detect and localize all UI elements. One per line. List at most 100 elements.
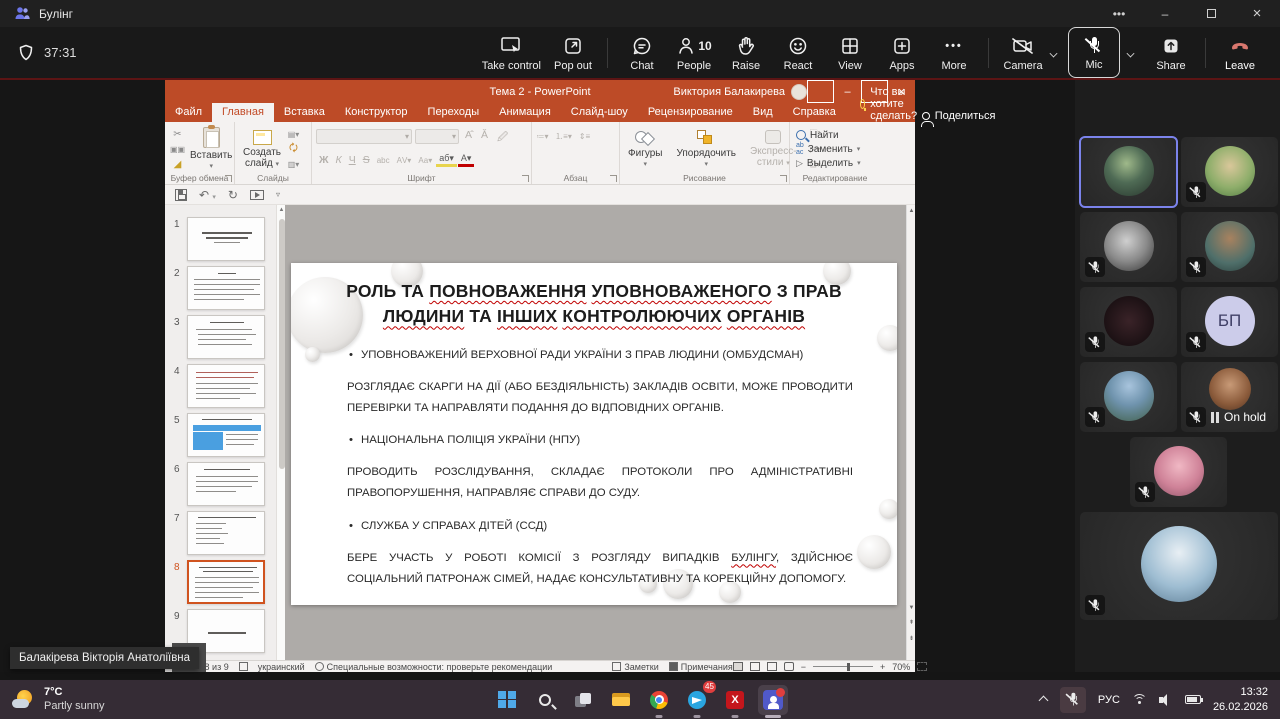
react-button[interactable]: React: [772, 27, 824, 78]
slide-thumb-2[interactable]: 2: [165, 266, 277, 312]
redo-icon[interactable]: ↻: [228, 188, 238, 202]
paste-button[interactable]: Вставить ▾: [186, 126, 236, 172]
format-painter-icon[interactable]: ◢: [171, 158, 184, 170]
camera-options-chevron-icon[interactable]: [1049, 48, 1058, 57]
window-maximize-icon[interactable]: [1188, 0, 1234, 27]
thumb-scroll-up-icon[interactable]: ▲: [278, 207, 285, 213]
view-button[interactable]: View: [824, 27, 876, 78]
tab-view[interactable]: Вид: [743, 103, 783, 122]
participant-tile[interactable]: [1080, 287, 1177, 357]
undo-icon[interactable]: ↶ ▾: [199, 188, 216, 202]
hidden-icons-chevron-icon[interactable]: [1039, 695, 1048, 704]
tab-design[interactable]: Конструктор: [335, 103, 418, 122]
start-slideshow-icon[interactable]: [250, 190, 264, 200]
tab-animations[interactable]: Анимация: [489, 103, 561, 122]
scroll-up-icon[interactable]: ▲: [907, 208, 915, 214]
notes-button[interactable]: Заметки: [612, 662, 658, 672]
task-view-button[interactable]: [568, 685, 598, 715]
more-button[interactable]: ••• More: [928, 27, 980, 78]
thumbnail-scrollbar[interactable]: ▲: [276, 205, 285, 660]
volume-icon[interactable]: [1159, 694, 1173, 706]
participant-tile[interactable]: [1080, 362, 1177, 432]
qat-customize-chevron-icon[interactable]: ▿: [276, 190, 280, 199]
weather-widget[interactable]: 7°C Partly sunny: [0, 686, 200, 714]
zoom-in-icon[interactable]: +: [880, 662, 885, 672]
clear-format-icon[interactable]: 🖉: [494, 129, 511, 147]
accessibility-status[interactable]: Специальные возможности: проверьте реком…: [315, 662, 553, 672]
mic-options-chevron-icon[interactable]: [1126, 48, 1135, 57]
participant-tile[interactable]: [1181, 212, 1278, 282]
numbering-icon[interactable]: ⒈≡▾: [557, 130, 570, 142]
next-slide-icon[interactable]: ⇟: [907, 635, 915, 642]
strikethrough-button[interactable]: S: [360, 154, 373, 166]
slide-thumb-5[interactable]: 5: [165, 413, 277, 459]
clock[interactable]: 13:32 26.02.2026: [1213, 685, 1268, 714]
italic-button[interactable]: К: [333, 154, 345, 166]
raise-hand-button[interactable]: Raise: [720, 27, 772, 78]
account-avatar[interactable]: [791, 84, 807, 100]
fit-to-window-icon[interactable]: [917, 662, 927, 671]
teams-taskbar-button[interactable]: [758, 685, 788, 715]
select-button[interactable]: ▷ Выделить ▾: [794, 156, 876, 170]
spellcheck-icon[interactable]: [239, 662, 248, 671]
shrink-font-icon[interactable]: А̌: [478, 129, 491, 147]
shadow-button[interactable]: abc: [374, 156, 393, 165]
ppt-share-button[interactable]: Поделиться: [922, 110, 1006, 122]
chat-button[interactable]: Chat: [616, 27, 668, 78]
zoom-level[interactable]: 70%: [892, 662, 910, 672]
tray-mic-muted[interactable]: [1060, 687, 1086, 713]
bold-button[interactable]: Ж: [316, 154, 332, 166]
paragraph-dialog-launcher[interactable]: [610, 175, 617, 182]
tab-home[interactable]: Главная: [212, 103, 274, 122]
slide-thumb-1[interactable]: 1: [165, 217, 277, 263]
participant-tile[interactable]: [1181, 137, 1278, 207]
line-spacing-icon[interactable]: ⇕≡: [578, 130, 591, 142]
align-center-icon[interactable]: [544, 148, 546, 159]
pdf-app-button[interactable]: X: [720, 685, 750, 715]
tab-file[interactable]: Файл: [165, 103, 212, 122]
font-size-select[interactable]: ▾: [415, 129, 459, 144]
participant-tile-on-hold[interactable]: On hold: [1181, 362, 1278, 432]
start-button[interactable]: [492, 685, 522, 715]
comments-button[interactable]: Примечания: [669, 662, 733, 672]
battery-icon[interactable]: [1185, 695, 1201, 704]
font-color-button[interactable]: А▾: [458, 153, 475, 167]
file-explorer-button[interactable]: [606, 685, 636, 715]
slide-thumb-4[interactable]: 4: [165, 364, 277, 410]
camera-button[interactable]: Camera: [997, 27, 1049, 78]
copy-icon[interactable]: ▣▣: [171, 143, 184, 155]
cut-icon[interactable]: ✂: [171, 128, 184, 140]
align-right-icon[interactable]: [554, 148, 558, 159]
zoom-slider[interactable]: [813, 666, 873, 667]
underline-button[interactable]: Ч: [346, 154, 359, 166]
telegram-button[interactable]: 45: [682, 685, 712, 715]
people-button[interactable]: 10 People: [668, 27, 720, 78]
ribbon-display-options-icon[interactable]: [807, 80, 834, 103]
tab-review[interactable]: Рецензирование: [638, 103, 743, 122]
find-button[interactable]: Найти: [794, 128, 876, 142]
slide-sorter-view-icon[interactable]: [750, 662, 760, 671]
participant-tile[interactable]: [1130, 437, 1227, 507]
language-status[interactable]: украинский: [258, 662, 305, 672]
slide-thumb-6[interactable]: 6: [165, 462, 277, 508]
slide-thumb-7[interactable]: 7: [165, 511, 277, 557]
share-button[interactable]: Share: [1145, 27, 1197, 78]
normal-view-icon[interactable]: [733, 662, 743, 671]
grow-font-icon[interactable]: А̂: [462, 129, 475, 147]
replace-button[interactable]: abac Заменить ▾: [794, 142, 876, 156]
taskbar-search-button[interactable]: [530, 685, 560, 715]
new-slide-button[interactable]: Создать слайд ▾: [239, 126, 285, 172]
highlight-button[interactable]: аб▾: [436, 153, 457, 167]
participant-tile-large[interactable]: [1080, 512, 1278, 620]
reset-icon[interactable]: 🗘: [287, 143, 300, 155]
reading-view-icon[interactable]: [767, 662, 777, 671]
font-dialog-launcher[interactable]: [522, 175, 529, 182]
drawing-dialog-launcher[interactable]: [780, 175, 787, 182]
change-case-button[interactable]: Аа▾: [415, 156, 435, 165]
window-minimize-icon[interactable]: –: [1142, 0, 1188, 27]
window-close-icon[interactable]: ×: [1234, 0, 1280, 27]
previous-slide-icon[interactable]: ⇞: [907, 619, 915, 626]
tab-transitions[interactable]: Переходы: [418, 103, 490, 122]
chrome-button[interactable]: [644, 685, 674, 715]
layout-icon[interactable]: ▤▾: [287, 128, 300, 140]
